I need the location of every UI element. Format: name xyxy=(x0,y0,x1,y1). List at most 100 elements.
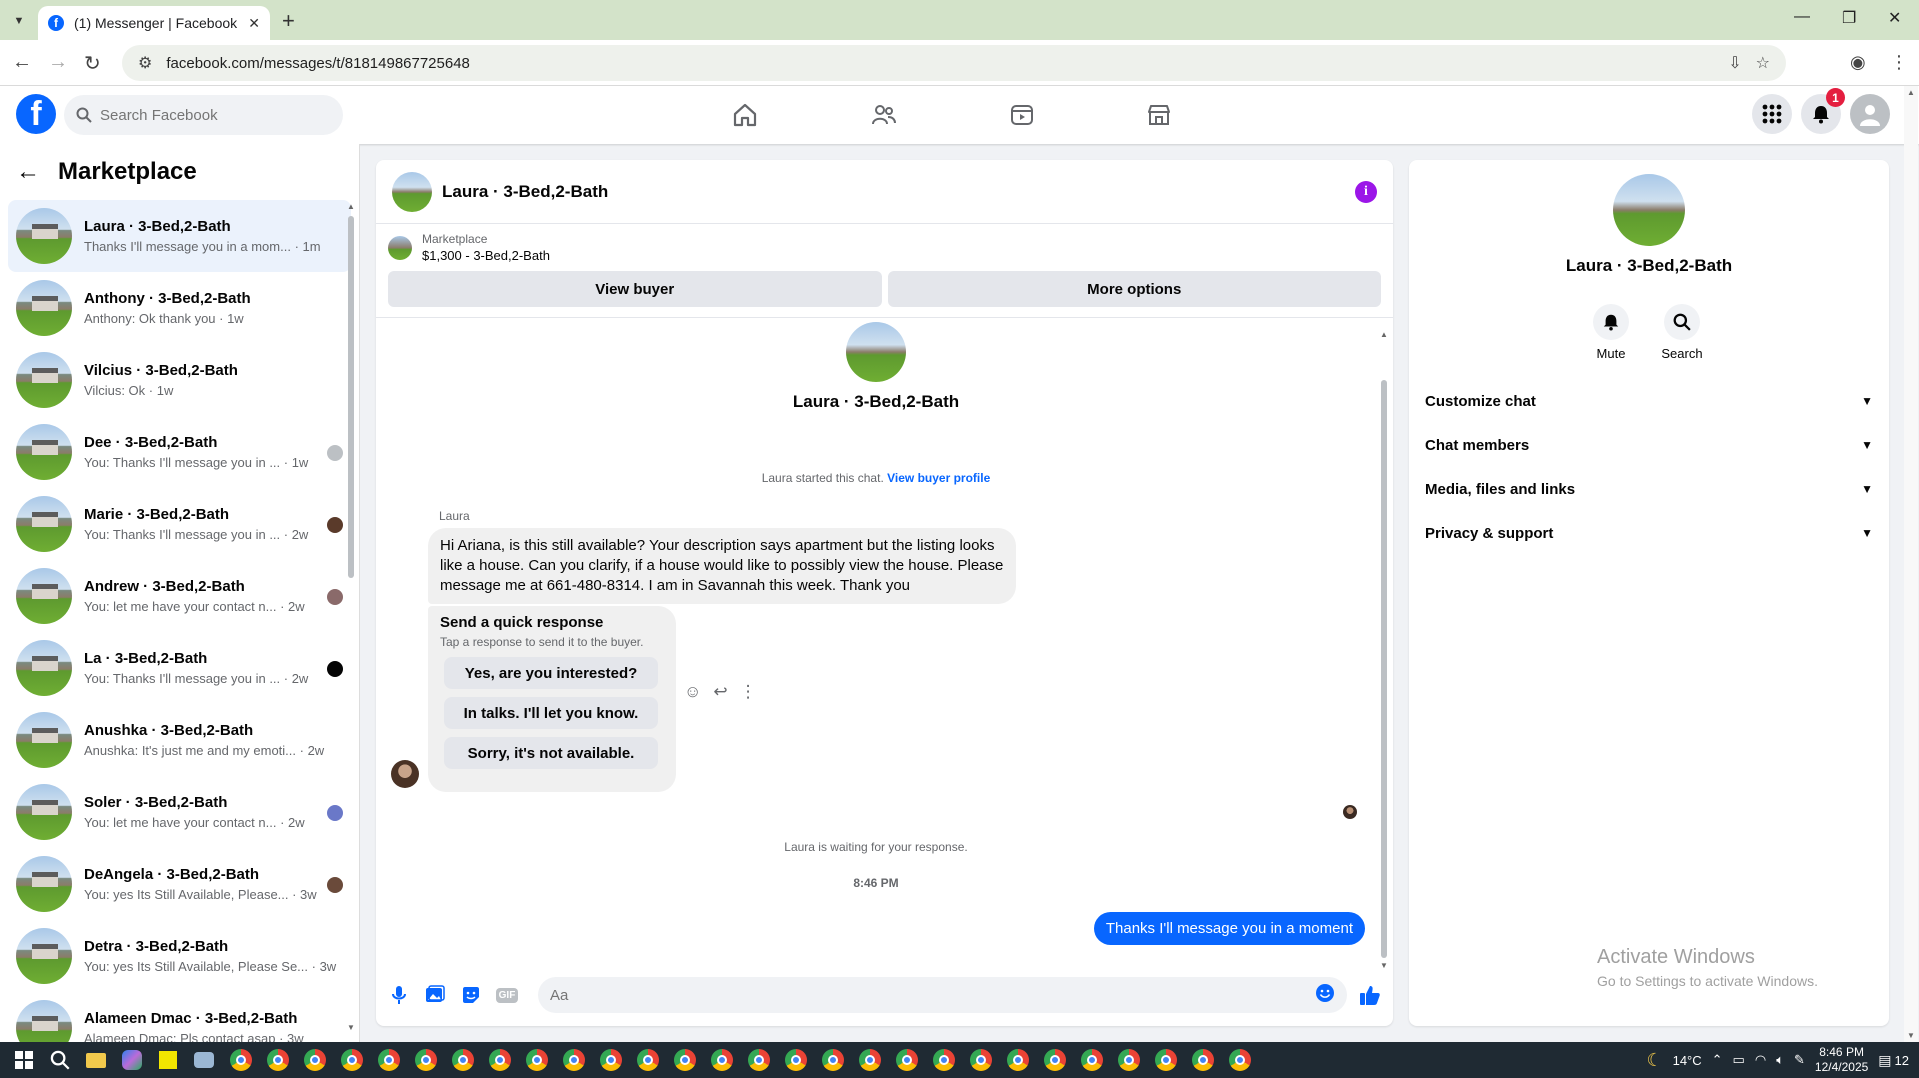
gif-icon[interactable]: GIF xyxy=(494,982,520,1008)
reply-icon[interactable]: ↩ xyxy=(713,682,727,702)
page-scroll-up-icon[interactable]: ▲ xyxy=(1907,88,1915,97)
bookmark-star-icon[interactable]: ☆ xyxy=(1756,53,1770,73)
quick-response-yes[interactable]: Yes, are you interested? xyxy=(444,657,658,689)
chrome-taskbar-icon[interactable] xyxy=(481,1042,518,1078)
install-app-icon[interactable]: ⇩ xyxy=(1728,53,1741,73)
conversation-item[interactable]: Soler · 3-Bed,2-Bath You: let me have you… xyxy=(8,776,351,848)
conversation-item[interactable]: DeAngela · 3-Bed,2-Bath You: yes Its Stil… xyxy=(8,848,351,920)
chat-title[interactable]: Laura · 3-Bed,2-Bath xyxy=(442,182,1345,202)
chrome-taskbar-icon[interactable] xyxy=(629,1042,666,1078)
sticky-notes-icon[interactable] xyxy=(150,1042,186,1078)
chrome-taskbar-icon[interactable] xyxy=(1184,1042,1221,1078)
section-privacy-support[interactable]: Privacy & support ▼ xyxy=(1425,511,1873,555)
chrome-taskbar-icon[interactable] xyxy=(814,1042,851,1078)
chrome-taskbar-icon[interactable] xyxy=(740,1042,777,1078)
weather-moon-icon[interactable]: ☾ xyxy=(1646,1050,1662,1071)
chrome-taskbar-icon[interactable] xyxy=(888,1042,925,1078)
quick-response-not-available[interactable]: Sorry, it's not available. xyxy=(444,737,658,769)
chrome-taskbar-icon[interactable] xyxy=(333,1042,370,1078)
chrome-taskbar-icon[interactable] xyxy=(555,1042,592,1078)
conversation-item[interactable]: La · 3-Bed,2-Bath You: Thanks I'll messag… xyxy=(8,632,351,704)
chrome-taskbar-icon[interactable] xyxy=(370,1042,407,1078)
microphone-icon[interactable] xyxy=(386,982,412,1008)
facebook-search-box[interactable] xyxy=(64,95,343,135)
copilot-icon[interactable] xyxy=(114,1042,150,1078)
search-input[interactable] xyxy=(100,106,320,124)
menu-grid-button[interactable] xyxy=(1752,94,1792,134)
section-customize-chat[interactable]: Customize chat ▼ xyxy=(1425,379,1873,423)
chrome-taskbar-icon[interactable] xyxy=(703,1042,740,1078)
weather-temperature[interactable]: 14°C xyxy=(1673,1053,1702,1068)
chrome-taskbar-icon[interactable] xyxy=(1221,1042,1258,1078)
view-buyer-button[interactable]: View buyer xyxy=(388,271,882,307)
back-icon[interactable]: ← xyxy=(12,51,32,74)
browser-tab[interactable]: f (1) Messenger | Facebook ✕ xyxy=(38,6,270,40)
account-avatar[interactable] xyxy=(1850,94,1890,134)
site-info-icon[interactable]: ⚙ xyxy=(138,53,152,73)
more-vertical-icon[interactable]: ⋮ xyxy=(740,682,757,702)
chrome-taskbar-icon[interactable] xyxy=(592,1042,629,1078)
conversation-item[interactable]: Vilcius · 3-Bed,2-Bath Vilcius: Ok · 1w xyxy=(8,344,351,416)
chrome-taskbar-icon[interactable] xyxy=(407,1042,444,1078)
nav-video[interactable] xyxy=(967,86,1077,144)
close-window-icon[interactable]: ✕ xyxy=(1888,8,1901,28)
taskbar-search-icon[interactable] xyxy=(42,1042,78,1078)
new-tab-icon[interactable]: + xyxy=(282,8,295,34)
conversation-item[interactable]: Laura · 3-Bed,2-Bath Thanks I'll message … xyxy=(8,200,351,272)
sidebar-scroll-thumb[interactable] xyxy=(348,216,354,578)
sender-avatar[interactable] xyxy=(391,760,419,788)
info-avatar[interactable] xyxy=(1613,174,1685,246)
conversation-item[interactable]: Alameen Dmac · 3-Bed,2-Bath Alameen Dmac:… xyxy=(8,992,351,1042)
file-explorer-icon[interactable] xyxy=(78,1042,114,1078)
page-scrollbar[interactable]: ▲ ▼ xyxy=(1904,86,1918,1042)
sidebar-scrollbar[interactable]: ▲ ▼ xyxy=(347,202,355,1032)
notifications-button[interactable]: 1 xyxy=(1801,88,1845,134)
chrome-taskbar-icon[interactable] xyxy=(444,1042,481,1078)
listing-thumbnail[interactable] xyxy=(388,235,412,260)
chat-scrollbar[interactable]: ▲ ▼ xyxy=(1380,330,1388,970)
chrome-taskbar-icon[interactable] xyxy=(1073,1042,1110,1078)
chrome-taskbar-icon[interactable] xyxy=(925,1042,962,1078)
chat-scroll-up-icon[interactable]: ▲ xyxy=(1380,330,1388,339)
conversation-item[interactable]: Andrew · 3-Bed,2-Bath You: let me have yo… xyxy=(8,560,351,632)
chrome-taskbar-icon[interactable] xyxy=(1110,1042,1147,1078)
scroll-up-icon[interactable]: ▲ xyxy=(347,202,355,211)
chrome-taskbar-icon[interactable] xyxy=(222,1042,259,1078)
tab-close-icon[interactable]: ✕ xyxy=(248,15,260,32)
url-omnibox[interactable]: ⚙ facebook.com/messages/t/81814986772564… xyxy=(122,45,1786,81)
section-media-files-links[interactable]: Media, files and links ▼ xyxy=(1425,467,1873,511)
nav-home[interactable] xyxy=(690,86,800,144)
restore-icon[interactable]: ❐ xyxy=(1842,8,1856,28)
chat-scroll-thumb[interactable] xyxy=(1381,380,1387,958)
notification-center-icon[interactable]: ▤ 12 xyxy=(1878,1052,1909,1069)
minimize-icon[interactable]: — xyxy=(1794,8,1810,26)
conversation-item[interactable]: Marie · 3-Bed,2-Bath You: Thanks I'll mes… xyxy=(8,488,351,560)
chrome-taskbar-icon[interactable] xyxy=(666,1042,703,1078)
chrome-taskbar-icon[interactable] xyxy=(777,1042,814,1078)
forward-icon[interactable]: → xyxy=(48,51,68,74)
incoming-message[interactable]: Hi Ariana, is this still available? Your… xyxy=(428,528,1016,604)
facebook-logo-icon[interactable]: f xyxy=(16,94,56,134)
network-icon[interactable]: ▭ xyxy=(1733,1052,1745,1068)
clock[interactable]: 8:46 PM 12/4/2025 xyxy=(1815,1045,1868,1075)
react-emoji-icon[interactable]: ☺ xyxy=(684,682,701,702)
conversation-item[interactable]: Anushka · 3-Bed,2-Bath Anushka: It's just… xyxy=(8,704,351,776)
mute-action[interactable]: Mute xyxy=(1576,304,1646,361)
sticker-icon[interactable] xyxy=(458,982,484,1008)
quick-response-in-talks[interactable]: In talks. I'll let you know. xyxy=(444,697,658,729)
tab-search-dropdown-icon[interactable]: ▼ xyxy=(8,10,30,32)
pen-icon[interactable]: ✎ xyxy=(1794,1052,1805,1068)
emoji-icon[interactable] xyxy=(1315,983,1335,1008)
chrome-taskbar-icon[interactable] xyxy=(999,1042,1036,1078)
app-icon[interactable] xyxy=(186,1042,222,1078)
more-options-button[interactable]: More options xyxy=(887,271,1381,307)
back-arrow-icon[interactable]: ← xyxy=(16,158,40,186)
chrome-taskbar-icon[interactable] xyxy=(1147,1042,1184,1078)
volume-icon[interactable]: 🔈︎ xyxy=(1776,1052,1784,1068)
reload-icon[interactable]: ↻ xyxy=(84,51,101,76)
nav-marketplace[interactable] xyxy=(1104,86,1214,144)
view-buyer-profile-link[interactable]: View buyer profile xyxy=(887,471,990,485)
chat-avatar[interactable] xyxy=(392,171,432,212)
chrome-taskbar-icon[interactable] xyxy=(851,1042,888,1078)
chrome-taskbar-icon[interactable] xyxy=(962,1042,999,1078)
